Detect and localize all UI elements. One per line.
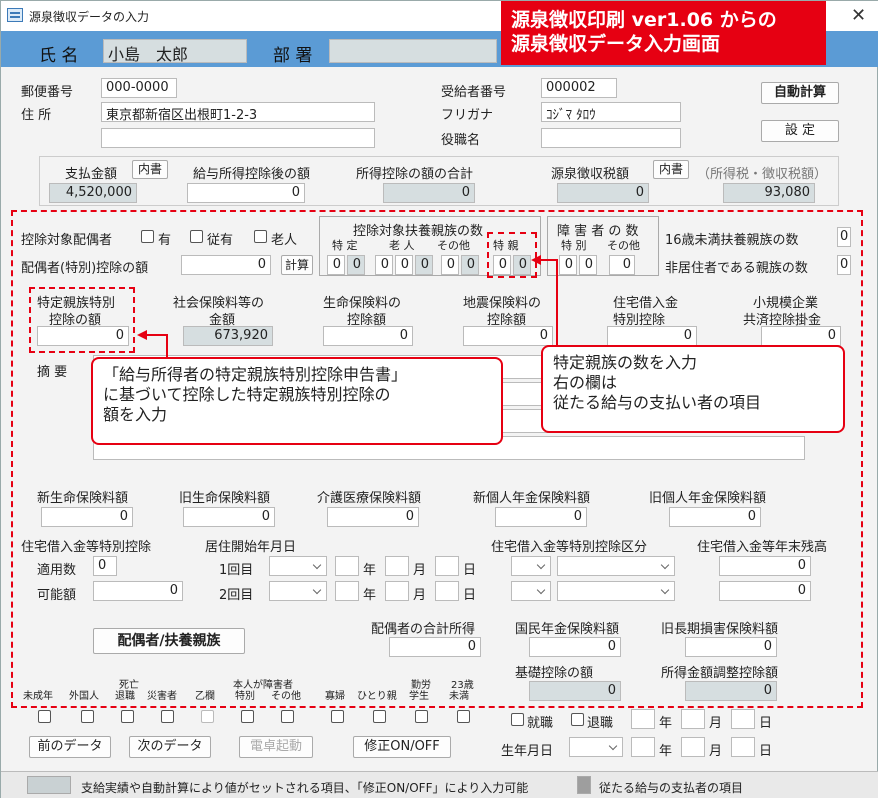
- callout-right-line-2: 右の欄は: [553, 373, 618, 392]
- callout-left-line-2: に基づいて控除した特定親族特別控除の: [103, 385, 391, 404]
- callout-left-line-1: 「給与所得者の特定親族特別控除申告書」: [103, 365, 408, 384]
- callout-specified-relative: 「給与所得者の特定親族特別控除申告書」 に基づいて控除した特定親族特別控除の 額…: [91, 357, 503, 445]
- callout-left-line-3: 額を入力: [103, 405, 168, 424]
- callout-right-line-3: 従たる給与の支払い者の項目: [553, 393, 762, 412]
- callout-right-line-1: 特定親族の数を入力: [553, 353, 698, 372]
- callout-dependent-count: 特定親族の数を入力 右の欄は 従たる給与の支払い者の項目: [541, 345, 845, 433]
- main-window: 源泉徴収データの入力 ✕ 氏 名 小島 太郎 部 署 源泉徴収印刷 ver1.0…: [0, 0, 878, 798]
